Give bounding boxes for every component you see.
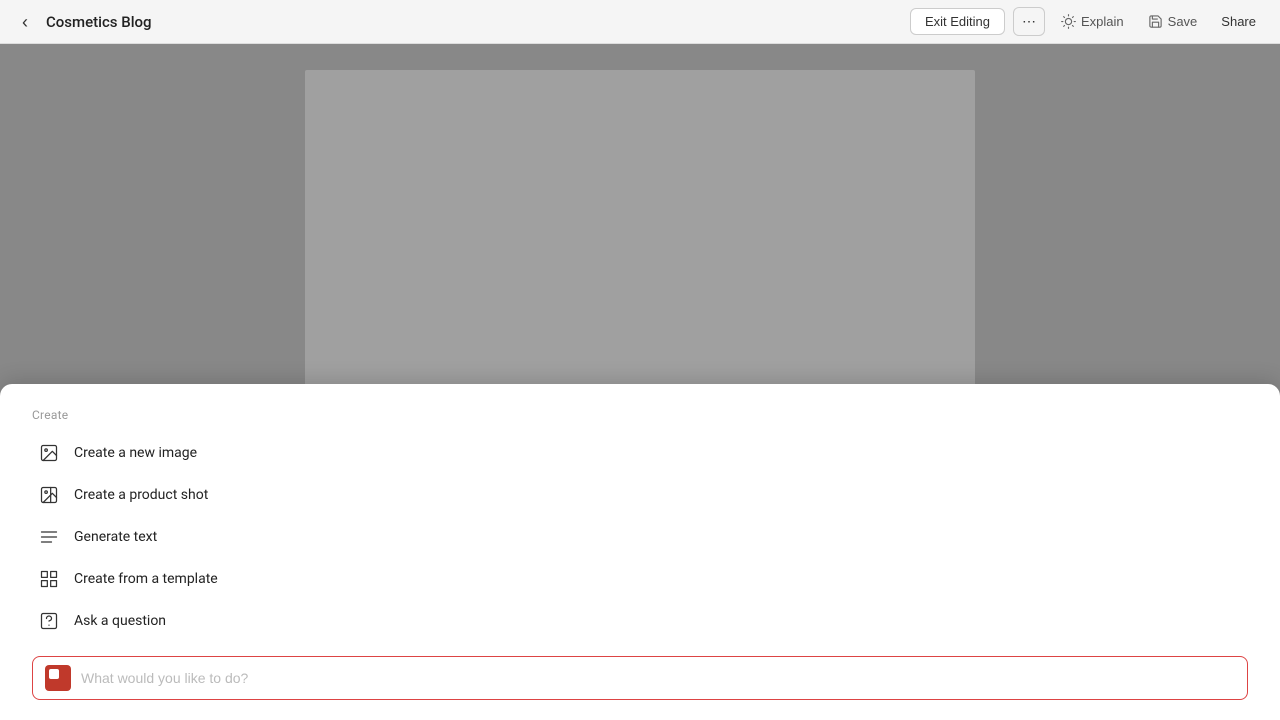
create-new-image-label: Create a new image bbox=[74, 445, 197, 461]
menu-item-create-from-template[interactable]: Create from a template bbox=[32, 558, 1248, 600]
chat-input[interactable] bbox=[81, 670, 1235, 686]
explain-button[interactable]: Explain bbox=[1053, 9, 1132, 34]
topbar: ‹ Cosmetics Blog Exit Editing ⋯ Explain … bbox=[0, 0, 1280, 44]
generate-text-label: Generate text bbox=[74, 529, 157, 545]
page-title: Cosmetics Blog bbox=[46, 13, 910, 31]
section-label: Create bbox=[32, 408, 1248, 422]
menu-item-ask-question[interactable]: Ask a question bbox=[32, 600, 1248, 642]
menu-item-create-product-shot[interactable]: Create a product shot bbox=[32, 474, 1248, 516]
bulb-icon bbox=[1061, 14, 1076, 29]
ask-question-label: Ask a question bbox=[74, 613, 166, 629]
image-icon bbox=[38, 442, 60, 464]
topbar-actions: Exit Editing ⋯ Explain Save Share bbox=[910, 7, 1264, 36]
chat-avatar bbox=[45, 665, 71, 691]
menu-item-generate-text[interactable]: Generate text bbox=[32, 516, 1248, 558]
grid-icon bbox=[38, 568, 60, 590]
back-button[interactable]: ‹ bbox=[16, 9, 34, 35]
menu-item-create-new-image[interactable]: Create a new image bbox=[32, 432, 1248, 474]
save-icon bbox=[1148, 14, 1163, 29]
create-product-shot-label: Create a product shot bbox=[74, 487, 208, 503]
more-icon: ⋯ bbox=[1022, 13, 1036, 29]
share-button[interactable]: Share bbox=[1213, 9, 1264, 34]
product-icon bbox=[38, 484, 60, 506]
question-image-icon bbox=[38, 610, 60, 632]
create-from-template-label: Create from a template bbox=[74, 571, 218, 587]
bottom-panel: Create Create a new image Create a produ… bbox=[0, 384, 1280, 720]
save-label: Save bbox=[1168, 14, 1198, 29]
save-button[interactable]: Save bbox=[1140, 9, 1206, 34]
more-options-button[interactable]: ⋯ bbox=[1013, 7, 1045, 36]
chat-input-container bbox=[32, 656, 1248, 700]
explain-label: Explain bbox=[1081, 14, 1124, 29]
exit-editing-button[interactable]: Exit Editing bbox=[910, 8, 1005, 35]
text-lines-icon bbox=[38, 526, 60, 548]
